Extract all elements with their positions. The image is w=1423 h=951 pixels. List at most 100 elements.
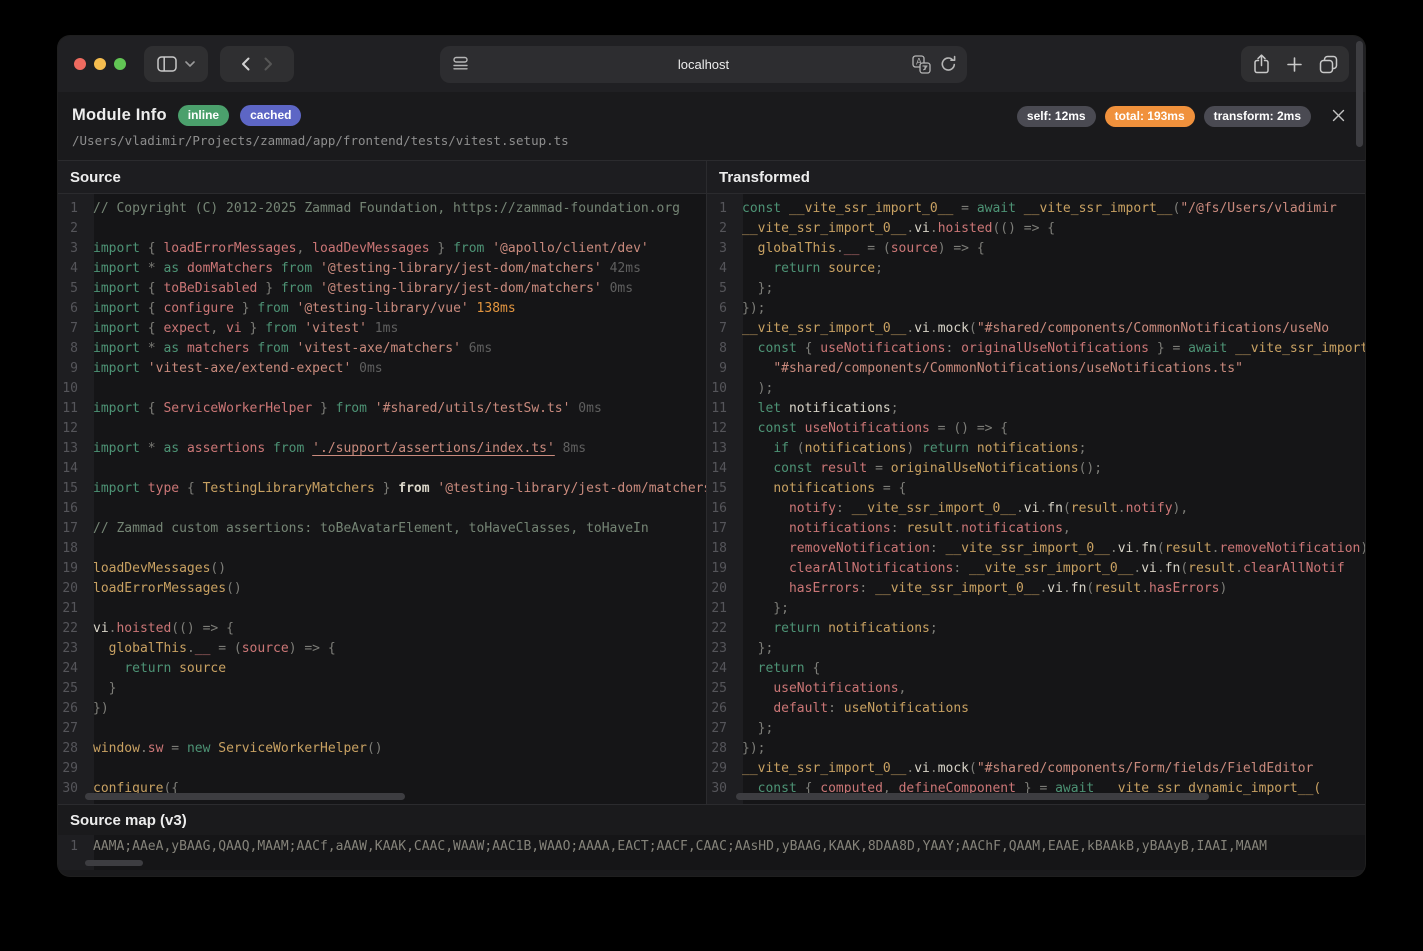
line-content: return notifications; xyxy=(735,619,938,639)
code-line: 26 default: useNotifications xyxy=(707,699,1365,719)
reader-icon[interactable] xyxy=(452,55,469,72)
line-content: }; xyxy=(735,599,789,619)
code-token: . xyxy=(187,641,195,656)
reload-icon[interactable] xyxy=(940,55,957,74)
code-token: hasErrors xyxy=(1149,581,1219,596)
code-token: import xyxy=(93,321,148,336)
code-token: ) => { xyxy=(289,641,336,656)
code-token xyxy=(742,701,773,716)
code-token: ( xyxy=(1157,541,1165,556)
code-token: notifications xyxy=(828,621,930,636)
code-token: loadErrorMessages xyxy=(163,241,296,256)
code-line: 18 removeNotification: __vite_ssr_import… xyxy=(707,539,1365,559)
code-token: = xyxy=(163,741,186,756)
line-content xyxy=(86,759,93,779)
code-token: import xyxy=(93,401,148,416)
code-token: : xyxy=(828,701,844,716)
code-token: TestingLibraryMatchers xyxy=(203,481,375,496)
minimize-window-button[interactable] xyxy=(94,58,106,70)
line-content xyxy=(86,719,93,739)
line-number: 25 xyxy=(707,679,735,699)
transformed-code-area: 1const __vite_ssr_import_0__ = await __v… xyxy=(707,194,1365,804)
line-content: const useNotifications = () => { xyxy=(735,419,1008,439)
code-line: 10 ); xyxy=(707,379,1365,399)
back-button[interactable] xyxy=(241,57,250,71)
line-content xyxy=(86,599,93,619)
code-token: toBeDisabled xyxy=(163,281,257,296)
code-token: '@testing-library/jest-dom/matchers' xyxy=(320,281,602,296)
code-token: }; xyxy=(742,721,773,736)
zoom-window-button[interactable] xyxy=(114,58,126,70)
code-line: 7import { expect, vi } from 'vitest' 1ms xyxy=(58,319,706,339)
code-line: 1AAMA;AAeA,yBAAG,QAAQ,MAAM;AACf,aAAW,KAA… xyxy=(58,837,1365,857)
code-line: 12 const useNotifications = () => { xyxy=(707,419,1365,439)
code-token xyxy=(742,461,773,476)
line-number: 10 xyxy=(707,379,735,399)
line-content: notifications: result.notifications, xyxy=(735,519,1071,539)
line-number: 27 xyxy=(707,719,735,739)
line-number: 17 xyxy=(58,519,86,539)
code-token: await xyxy=(1188,341,1235,356)
line-number: 28 xyxy=(707,739,735,759)
code-token: . xyxy=(953,521,961,536)
url-field[interactable]: localhost A xyxy=(440,46,967,83)
source-panel-title: Source xyxy=(58,161,706,194)
code-line: 3 globalThis.__ = (source) => { xyxy=(707,239,1365,259)
translate-icon[interactable]: A xyxy=(912,55,931,74)
code-token: } xyxy=(430,241,453,256)
code-token: useNotifications xyxy=(820,341,945,356)
code-token: () xyxy=(210,561,226,576)
code-token: 138ms xyxy=(469,301,516,316)
code-token: from xyxy=(281,281,320,296)
forward-button[interactable] xyxy=(264,57,273,71)
code-token: . xyxy=(1157,561,1165,576)
line-number: 8 xyxy=(58,339,86,359)
new-tab-icon[interactable] xyxy=(1287,57,1302,72)
sourcemap-horizontal-scrollbar[interactable] xyxy=(85,860,143,866)
line-number: 26 xyxy=(707,699,735,719)
code-token: ServiceWorkerHelper xyxy=(218,741,367,756)
code-line: 2__vite_ssr_import_0__.vi.hoisted(() => … xyxy=(707,219,1365,239)
tabs-overview-icon[interactable] xyxy=(1319,55,1338,74)
code-token: mock xyxy=(938,761,969,776)
line-content: loadErrorMessages() xyxy=(86,579,242,599)
code-token: ( xyxy=(969,761,977,776)
code-line: 9 "#shared/components/CommonNotification… xyxy=(707,359,1365,379)
code-line: 15import type { TestingLibraryMatchers }… xyxy=(58,479,706,499)
code-token: '@testing-library/jest-dom/matchers' xyxy=(437,481,706,496)
source-horizontal-scrollbar[interactable] xyxy=(85,793,405,800)
code-token: () xyxy=(367,741,383,756)
code-line: 22vi.hoisted(() => { xyxy=(58,619,706,639)
line-number: 4 xyxy=(58,259,86,279)
code-token: if xyxy=(773,441,796,456)
line-number: 9 xyxy=(58,359,86,379)
line-content: __vite_ssr_import_0__.vi.hoisted(() => { xyxy=(735,219,1055,239)
code-token: { xyxy=(148,281,164,296)
code-token: 0ms xyxy=(570,401,601,416)
code-token: const xyxy=(773,461,820,476)
line-number: 14 xyxy=(707,459,735,479)
code-token: 0ms xyxy=(602,281,633,296)
code-token xyxy=(742,481,773,496)
code-token: const xyxy=(758,341,805,356)
transformed-horizontal-scrollbar[interactable] xyxy=(736,793,1209,800)
close-window-button[interactable] xyxy=(74,58,86,70)
code-line: 17 notifications: result.notifications, xyxy=(707,519,1365,539)
code-line: 29__vite_ssr_import_0__.vi.mock("#shared… xyxy=(707,759,1365,779)
code-token: = ( xyxy=(210,641,241,656)
code-token: __vite_ssr_import_0__ xyxy=(742,221,906,236)
line-content: return source; xyxy=(735,259,883,279)
sourcemap-section: Source map (v3) 1AAMA;AAeA,yBAAG,QAAQ,MA… xyxy=(58,804,1365,870)
line-content: }; xyxy=(735,719,773,739)
code-token: 8ms xyxy=(555,441,586,456)
code-token: useNotifications xyxy=(805,421,930,436)
code-token: } xyxy=(93,681,116,696)
close-button[interactable] xyxy=(1327,104,1349,126)
code-token: . xyxy=(140,741,148,756)
share-icon[interactable] xyxy=(1253,54,1270,74)
line-number: 7 xyxy=(58,319,86,339)
code-token: . xyxy=(1063,581,1071,596)
sidebar-toggle-button[interactable] xyxy=(144,46,208,82)
code-token: matchers xyxy=(187,341,257,356)
file-link[interactable]: './support/assertions/index.ts' xyxy=(312,441,555,456)
